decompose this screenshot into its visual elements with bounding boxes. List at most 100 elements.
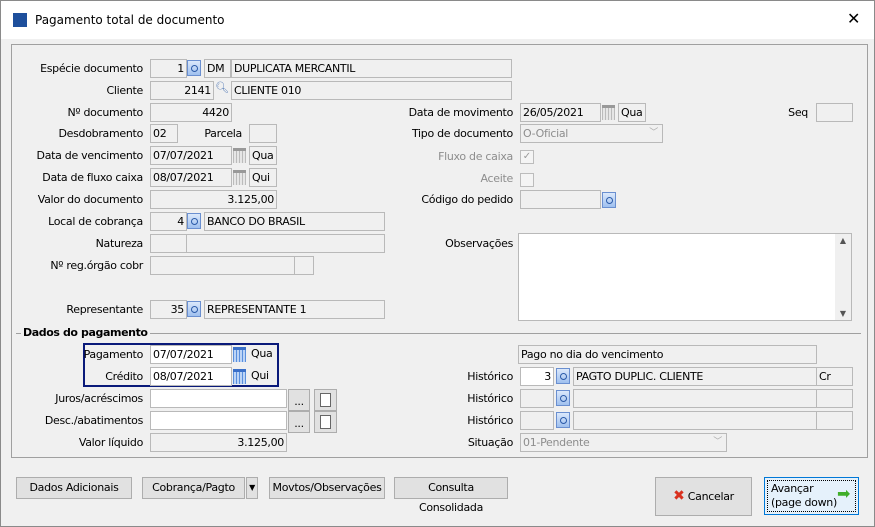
- search-icon[interactable]: [187, 213, 201, 229]
- search-icon[interactable]: [556, 368, 570, 384]
- pagamento-date-field[interactable]: 07/07/2021: [150, 345, 232, 364]
- chevron-down-icon: ﹀: [649, 128, 658, 138]
- document-plus-icon: [320, 393, 331, 407]
- pagamento-label: Pagamento: [83, 348, 144, 361]
- natureza-code-field[interactable]: [150, 234, 187, 253]
- calendar-icon[interactable]: [233, 148, 246, 163]
- historico-code-field[interactable]: 3: [520, 367, 554, 386]
- representante-label: Representante: [66, 303, 143, 316]
- credito-day: Qui: [249, 367, 275, 384]
- aceite-label: Aceite: [480, 172, 514, 185]
- especie-sigla-field: DM: [204, 59, 231, 78]
- desc-field[interactable]: [150, 411, 287, 430]
- obs-label: Observações: [445, 237, 513, 250]
- tipo-value: O-Oficial: [523, 127, 569, 140]
- cliente-code-field[interactable]: 2141: [150, 81, 214, 100]
- situacao-label: Situação: [467, 436, 513, 449]
- chevron-down-icon: ﹀: [713, 437, 722, 447]
- cancel-label: Cancelar: [687, 490, 734, 503]
- vencimento-date-field[interactable]: 07/07/2021: [150, 146, 232, 165]
- situacao-select[interactable]: 01-Pendente ﹀: [520, 433, 727, 452]
- pedido-field[interactable]: [520, 190, 601, 209]
- cobranca-dropdown-button[interactable]: ▼: [246, 477, 258, 499]
- movimento-label: Data de movimento: [408, 106, 514, 119]
- scrollbar[interactable]: ▲ ▼: [835, 234, 851, 320]
- calendar-icon[interactable]: [233, 170, 246, 185]
- valor-field[interactable]: 3.125,00: [150, 190, 277, 209]
- local-desc-field: BANCO DO BRASIL: [204, 212, 385, 231]
- document-plus-icon: [320, 415, 331, 429]
- search-dropdown-icon[interactable]: 🔍︎: [215, 81, 229, 94]
- local-code-field[interactable]: 4: [150, 212, 187, 231]
- historico-label: Histórico: [467, 414, 513, 427]
- juros-field[interactable]: [150, 389, 287, 408]
- caret-down-icon: ▼: [249, 483, 255, 492]
- seq-label: Seq: [788, 106, 808, 119]
- movimento-date-field[interactable]: 26/05/2021: [520, 103, 601, 122]
- parcela-field[interactable]: [249, 124, 277, 143]
- cancel-x-icon: ✖: [673, 488, 685, 504]
- juros-ellipsis-button[interactable]: ...: [288, 389, 310, 411]
- historico-label: Histórico: [467, 370, 513, 383]
- search-icon[interactable]: [556, 390, 570, 406]
- cliente-label: Cliente: [106, 84, 143, 97]
- fluxo-caixa-label: Fluxo de caixa: [438, 150, 513, 163]
- movtos-button[interactable]: Movtos/Observações: [269, 477, 385, 499]
- next-sublabel: (page down): [771, 496, 837, 509]
- numero-label: Nº documento: [67, 106, 143, 119]
- representante-code-field[interactable]: 35: [150, 300, 187, 319]
- pagamento-day: Qua: [249, 345, 275, 362]
- arrow-right-icon: ➡: [837, 484, 851, 503]
- fluxo-date-field[interactable]: 08/07/2021: [150, 168, 232, 187]
- desdobramento-field[interactable]: 02: [150, 124, 178, 143]
- dados-adicionais-button[interactable]: Dados Adicionais: [16, 477, 132, 499]
- historico-code-field[interactable]: [520, 389, 554, 408]
- obs-textarea[interactable]: ▲ ▼: [518, 233, 852, 321]
- historico-code-field[interactable]: [520, 411, 554, 430]
- aceite-checkbox[interactable]: [520, 173, 534, 187]
- vencimento-label: Data de vencimento: [36, 149, 144, 162]
- search-icon[interactable]: [187, 301, 201, 317]
- search-icon[interactable]: [187, 60, 201, 76]
- group-title: Dados do pagamento: [21, 326, 150, 339]
- numero-field[interactable]: 4420: [150, 103, 232, 122]
- fluxo-day: Qui: [249, 168, 277, 187]
- desc-label: Desc./abatimentos: [44, 414, 143, 427]
- juros-calc-button[interactable]: [314, 389, 337, 411]
- situacao-value: 01-Pendente: [523, 436, 590, 449]
- next-button[interactable]: Avançar (page down) ➡: [764, 477, 859, 515]
- seq-field[interactable]: [816, 103, 853, 122]
- cancel-button[interactable]: ✖ Cancelar: [655, 477, 752, 516]
- cliente-desc-field: CLIENTE 010: [231, 81, 512, 100]
- tipo-label: Tipo de documento: [411, 127, 513, 140]
- app-icon: [13, 13, 27, 27]
- credito-label: Crédito: [105, 370, 143, 383]
- calendar-icon[interactable]: [233, 347, 246, 362]
- calendar-icon[interactable]: [233, 369, 246, 384]
- search-icon[interactable]: [556, 412, 570, 428]
- fluxo-label: Data de fluxo caixa: [42, 171, 143, 184]
- especie-code-field[interactable]: 1: [150, 59, 187, 78]
- next-label: Avançar: [771, 482, 814, 495]
- credito-date-field[interactable]: 08/07/2021: [150, 367, 232, 386]
- representante-desc-field: REPRESENTANTE 1: [204, 300, 385, 319]
- calendar-icon[interactable]: [602, 105, 615, 120]
- close-button[interactable]: ✕: [847, 9, 860, 28]
- natureza-desc-field: [186, 234, 385, 253]
- natureza-label: Natureza: [95, 237, 144, 250]
- desc-ellipsis-button[interactable]: ...: [288, 411, 310, 433]
- tipo-select[interactable]: O-Oficial ﹀: [520, 124, 663, 143]
- reg-field[interactable]: [150, 256, 295, 275]
- liquido-label: Valor líquido: [78, 436, 143, 449]
- search-icon[interactable]: [602, 192, 616, 208]
- pagamento-info: Pago no dia do vencimento: [518, 345, 817, 364]
- dialog-window: Pagamento total de documento ✕ Espécie d…: [0, 0, 875, 527]
- historico-desc-field: [573, 389, 817, 408]
- historico-desc-field: PAGTO DUPLIC. CLIENTE: [573, 367, 817, 386]
- reg-extra-field: [294, 256, 314, 275]
- fluxo-caixa-checkbox[interactable]: ✓: [520, 150, 534, 164]
- consulta-button[interactable]: Consulta Consolidada: [394, 477, 508, 514]
- cobranca-pagto-button[interactable]: Cobrança/Pagto: [142, 477, 245, 499]
- especie-desc-field: DUPLICATA MERCANTIL: [231, 59, 512, 78]
- desc-calc-button[interactable]: [314, 411, 337, 433]
